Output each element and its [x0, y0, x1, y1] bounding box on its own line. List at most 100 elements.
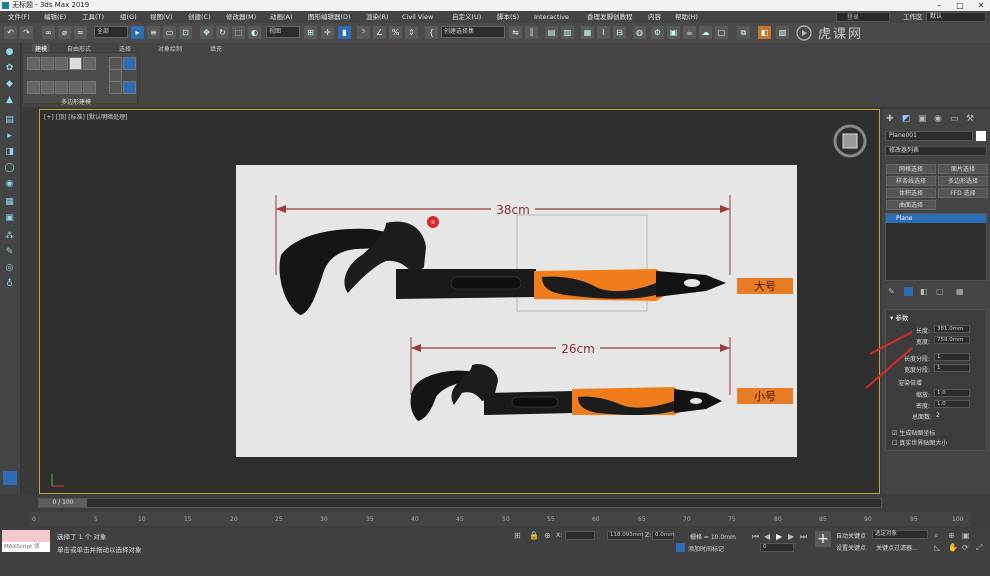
- field-of-view-icon[interactable]: ◺: [934, 543, 940, 552]
- patch-select-button[interactable]: 面片选择: [938, 164, 988, 174]
- grid-icon[interactable]: ▦: [3, 197, 16, 208]
- width-segs-spinner[interactable]: 1: [934, 364, 970, 372]
- edit-named-sets-icon[interactable]: {: [425, 26, 438, 39]
- create-icon[interactable]: ●: [3, 47, 16, 58]
- modifier-list-dropdown[interactable]: 修改器列表: [885, 146, 987, 156]
- create-tab-icon[interactable]: ✚: [886, 114, 894, 124]
- render-setup-icon[interactable]: ⚙: [651, 26, 664, 39]
- play-icon[interactable]: ▶: [776, 532, 782, 541]
- ribbon-tool-icon[interactable]: [55, 81, 68, 94]
- selection-filter-dropdown[interactable]: 全部: [94, 26, 128, 38]
- orbit-view-icon[interactable]: ⟳: [962, 543, 969, 552]
- make-unique-icon[interactable]: ◧: [920, 287, 928, 296]
- menu-help[interactable]: 帮助(H): [675, 11, 698, 23]
- volume-select-button[interactable]: 体积选择: [886, 188, 936, 198]
- geometry-icon[interactable]: ✿: [3, 63, 16, 74]
- scale-icon[interactable]: ⬚: [232, 26, 245, 39]
- configure-sets-icon[interactable]: ▦: [956, 287, 964, 296]
- window-crossing-icon[interactable]: ⊡: [179, 26, 192, 39]
- viewport-toggle-icon[interactable]: ⧉: [737, 26, 750, 39]
- ffd-select-button[interactable]: FFD 选择: [938, 188, 988, 198]
- ribbon-tool-icon[interactable]: [41, 57, 54, 70]
- render-icon[interactable]: ☕: [683, 26, 696, 39]
- ribbon-tool-icon[interactable]: [27, 57, 40, 70]
- workspace-dropdown[interactable]: 默认: [926, 12, 986, 22]
- eye-icon[interactable]: ◎: [3, 263, 16, 274]
- move-icon[interactable]: ✥: [200, 26, 213, 39]
- a360-gallery-icon[interactable]: ▢: [715, 26, 728, 39]
- spline-select-button[interactable]: 样条线选择: [886, 176, 936, 186]
- angle-snap-icon[interactable]: ∠: [373, 26, 386, 39]
- ribbon-tab-object-paint[interactable]: 对象绘制: [158, 44, 182, 53]
- percent-snap-icon[interactable]: %: [389, 26, 402, 39]
- menu-civil-view[interactable]: Civil View: [402, 11, 433, 23]
- ribbon-tool-icon[interactable]: [55, 57, 68, 70]
- maximize-icon[interactable]: □: [953, 0, 967, 11]
- select-by-name-icon[interactable]: ≡: [147, 26, 160, 39]
- edit-icon[interactable]: ✎: [3, 247, 16, 258]
- layer-explorer-icon[interactable]: ▤: [545, 26, 558, 39]
- menu-modifiers[interactable]: 修改器(M): [226, 11, 256, 23]
- render-in-cloud-icon[interactable]: ☁: [699, 26, 712, 39]
- real-world-checkbox[interactable]: ☐ 真实世界贴图大小: [892, 438, 947, 447]
- menu-interactive[interactable]: Interactive: [534, 11, 569, 23]
- surface-select-button[interactable]: 曲面选择: [886, 200, 936, 210]
- menu-create[interactable]: 创建(C): [188, 11, 211, 23]
- hierarchy-tab-icon[interactable]: ▣: [918, 114, 927, 124]
- time-tag-icon[interactable]: [676, 543, 685, 552]
- zoom-icon[interactable]: ⌕: [934, 531, 938, 541]
- selected-set-dropdown[interactable]: 选定对象: [872, 530, 928, 539]
- rect-selection-icon[interactable]: ▭: [163, 26, 176, 39]
- mirror-icon[interactable]: ⇋: [509, 26, 522, 39]
- named-selection-dropdown[interactable]: 创建选择集: [441, 26, 505, 38]
- viewcube-icon[interactable]: [833, 124, 867, 158]
- sphere-icon[interactable]: ◉: [3, 179, 16, 190]
- ribbon-tool-icon[interactable]: [69, 57, 82, 70]
- ribbon-tool-icon[interactable]: [83, 57, 96, 70]
- utilities-tab-icon[interactable]: ⚒: [966, 114, 974, 124]
- menu-group[interactable]: 组(G): [120, 11, 137, 23]
- time-slider[interactable]: 0 / 100: [38, 498, 882, 508]
- pan-icon[interactable]: ✋: [948, 543, 958, 552]
- shapes-icon[interactable]: ◆: [3, 79, 16, 90]
- close-icon[interactable]: ✕: [974, 0, 988, 11]
- selection-lock-icon[interactable]: 🔒: [529, 531, 539, 540]
- y-coordinate-field[interactable]: 118.093mm: [607, 531, 643, 540]
- menu-rendering[interactable]: 渲染(R): [366, 11, 389, 23]
- zoom-extents-icon[interactable]: ▣: [962, 531, 970, 540]
- frame-counter[interactable]: 0 / 100: [39, 499, 87, 507]
- maxscript-mini-listener[interactable]: MAXScript 侦: [2, 542, 50, 552]
- textured-plane[interactable]: 38cm 大号 26cm 小号: [236, 165, 797, 457]
- ribbon-tool-icon[interactable]: [41, 81, 54, 94]
- object-color-swatch[interactable]: [976, 131, 986, 141]
- goto-start-icon[interactable]: ⏮: [752, 532, 759, 542]
- menu-view[interactable]: 视图(V): [150, 11, 173, 23]
- set-key-button[interactable]: 设置关键点: [836, 543, 866, 552]
- menu-content[interactable]: 内容: [648, 11, 661, 23]
- menu-tutorials[interactable]: 香理发脚创教程: [587, 11, 633, 23]
- paint-icon[interactable]: ◨: [3, 147, 16, 158]
- viewport-layout-icon[interactable]: [3, 471, 17, 485]
- x-coordinate-field[interactable]: [565, 531, 595, 540]
- menu-file[interactable]: 文件(F): [8, 11, 30, 23]
- rendered-frame-icon[interactable]: ▣: [667, 26, 680, 39]
- next-frame-icon[interactable]: ▶: [788, 532, 794, 541]
- undo-icon[interactable]: ↶: [4, 26, 17, 39]
- track-bar[interactable]: 0 5 10 15 20 25 30 35 40 45 50 55 60 65 …: [30, 512, 970, 526]
- set-key-big-icon[interactable]: +: [815, 531, 831, 547]
- ribbon-group-label[interactable]: 多边形建模: [61, 97, 91, 106]
- goto-end-icon[interactable]: ⏭: [800, 532, 807, 542]
- ribbon-toggle-icon[interactable]: ▦: [581, 26, 594, 39]
- rollout-title[interactable]: ▾ 参数: [890, 312, 908, 322]
- menu-edit[interactable]: 编辑(E): [44, 11, 66, 23]
- width-spinner[interactable]: 759.0mm: [934, 336, 970, 344]
- unlink-icon[interactable]: ⌀: [58, 26, 71, 39]
- list-icon[interactable]: ▤: [3, 115, 16, 126]
- group-icon[interactable]: ⁂: [3, 231, 16, 242]
- reference-coord-dropdown[interactable]: 视图: [266, 26, 300, 38]
- z-coordinate-field[interactable]: 0.0mm: [652, 531, 674, 540]
- search-input[interactable]: 登录: [836, 12, 890, 22]
- maximize-viewport-icon[interactable]: ⤢: [976, 543, 982, 553]
- isolate-icon[interactable]: ⊞: [514, 531, 521, 540]
- gen-mapping-checkbox[interactable]: ☑ 生成贴图坐标: [892, 428, 935, 437]
